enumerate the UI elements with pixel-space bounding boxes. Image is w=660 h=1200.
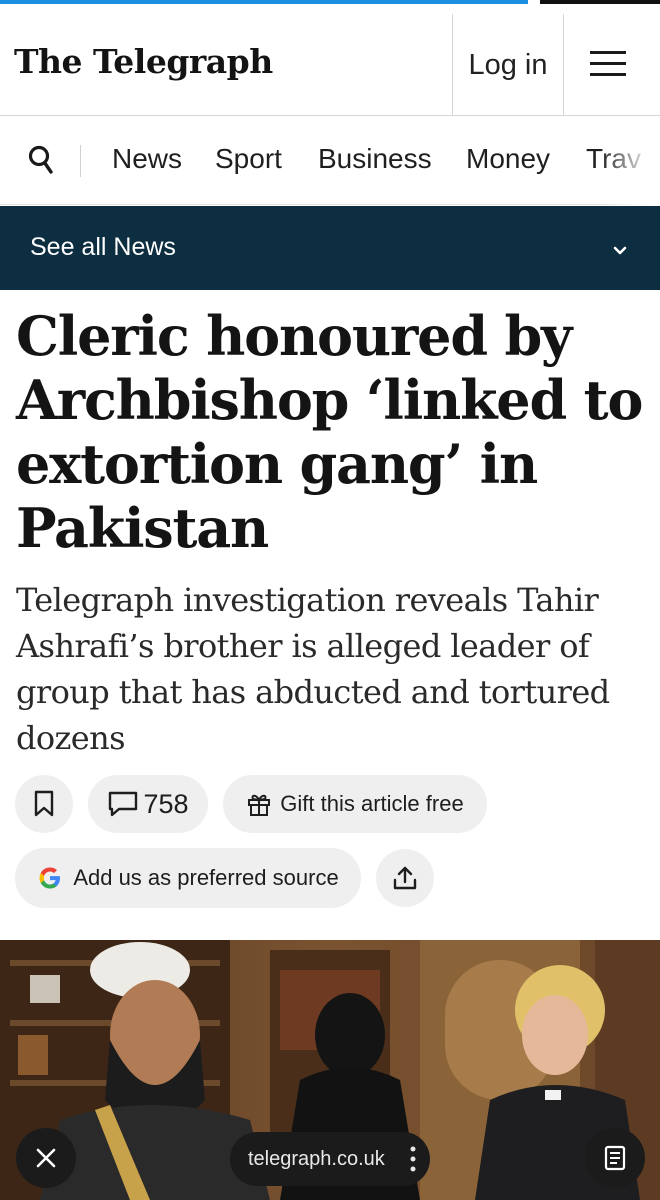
gift-label: Gift this article free — [280, 791, 464, 816]
gift-article-button[interactable]: Gift this article free — [223, 775, 487, 833]
share-button[interactable] — [376, 849, 434, 907]
preferred-source-label: Add us as preferred source — [73, 865, 339, 890]
reader-mode-button[interactable] — [585, 1128, 645, 1188]
article-headline: Cleric honoured by Archbishop ‘linked to… — [16, 304, 643, 560]
login-button[interactable]: Log in — [452, 14, 564, 116]
article-standfirst: Telegraph investigation reveals Tahir As… — [16, 581, 610, 757]
bookmark-button[interactable] — [15, 775, 73, 833]
nav-divider — [80, 145, 81, 177]
comment-count: 758 — [143, 788, 189, 819]
telegraph-logo[interactable]: The Telegraph — [14, 42, 273, 81]
hamburger-menu-icon[interactable] — [590, 51, 630, 81]
preferred-source-button[interactable]: Add us as preferred source — [15, 848, 361, 908]
nav-item-news[interactable]: News — [112, 143, 182, 175]
browser-url-bar[interactable]: telegraph.co.uk — [230, 1132, 430, 1186]
google-g-icon — [39, 867, 61, 889]
chevron-down-icon — [613, 246, 627, 255]
reader-mode-icon — [604, 1145, 626, 1171]
masthead: The Telegraph Log in — [0, 4, 660, 116]
comment-icon — [109, 791, 138, 817]
more-options-icon[interactable] — [410, 1146, 416, 1172]
nav-scroll-fade — [600, 117, 660, 205]
comments-button[interactable]: 758 — [88, 775, 208, 833]
nav-item-business[interactable]: Business — [318, 143, 432, 175]
gift-icon — [248, 794, 271, 816]
close-tab-button[interactable] — [16, 1128, 76, 1188]
section-nav: News Sport Business Money Trav — [0, 117, 660, 205]
see-all-news-label: See all News — [30, 233, 176, 261]
see-all-news-dropdown[interactable]: See all News — [0, 206, 660, 290]
nav-item-money[interactable]: Money — [466, 143, 550, 175]
search-icon[interactable] — [28, 145, 54, 175]
nav-item-sport[interactable]: Sport — [215, 143, 282, 175]
close-icon — [36, 1148, 56, 1168]
bookmark-icon — [34, 790, 54, 817]
url-text: telegraph.co.uk — [248, 1147, 385, 1170]
share-icon — [393, 866, 417, 890]
